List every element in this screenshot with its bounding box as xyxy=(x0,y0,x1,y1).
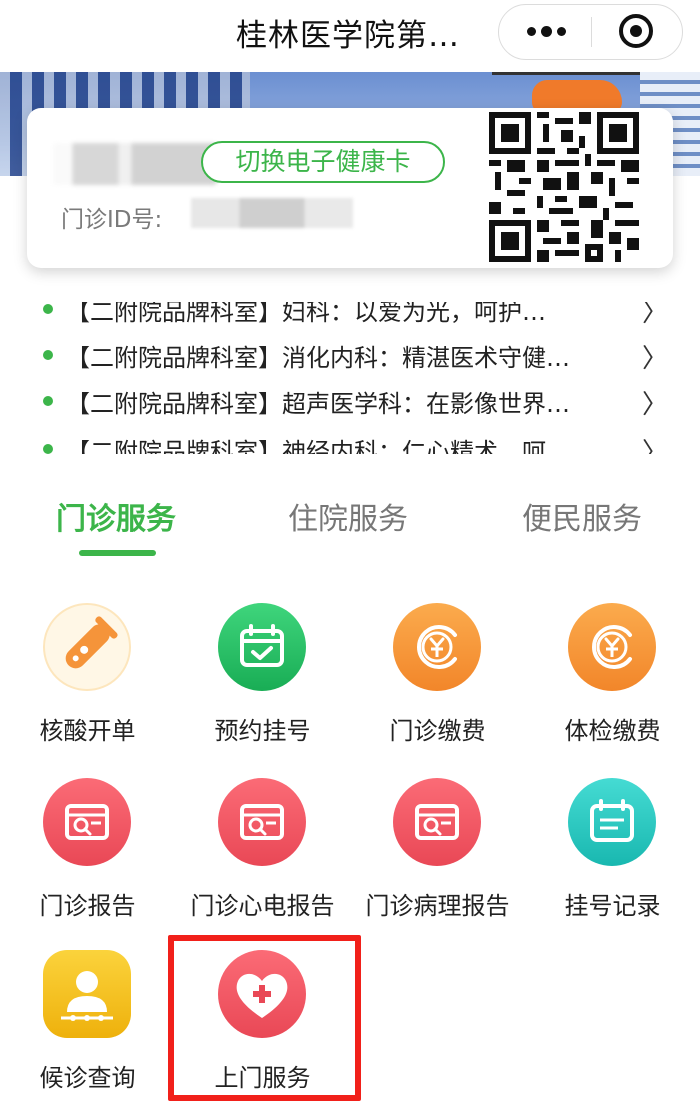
news-item[interactable]: 【二附院品牌科室】超声医学科：在影像世界… 〉 xyxy=(0,378,700,422)
person-queue-icon xyxy=(43,950,131,1038)
outpatient-id-label: 门诊ID号: xyxy=(61,207,163,233)
switch-health-card-button[interactable]: 切换电子健康卡 xyxy=(201,141,445,183)
yuan-coin-icon xyxy=(393,603,481,691)
chevron-right-icon: 〉 xyxy=(642,344,669,374)
news-item[interactable]: 【二附院品牌科室】消化内科：精湛医术守健… 〉 xyxy=(0,332,700,376)
clipboard-icon xyxy=(568,778,656,866)
service-registration-records[interactable]: 挂号记录 xyxy=(525,778,700,938)
tab-outpatient-services[interactable]: 门诊服务 xyxy=(56,494,176,538)
service-waiting-query[interactable]: 候诊查询 xyxy=(0,950,175,1110)
nav-header: 桂林医学院第… xyxy=(0,0,700,72)
chevron-right-icon: 〉 xyxy=(642,438,669,454)
service-checkup-payment[interactable]: 体检缴费 xyxy=(525,603,700,763)
chevron-right-icon: 〉 xyxy=(642,302,669,328)
more-icon[interactable] xyxy=(521,5,571,58)
health-card[interactable]: 切换电子健康卡 门诊ID号: xyxy=(27,108,673,268)
news-item[interactable]: 【二附院品牌科室】神经内科：仁心精术，呵… 〉 xyxy=(0,426,700,454)
news-title: 【二附院品牌科室】超声医学科：在影像世界… xyxy=(66,390,570,418)
capsule-divider xyxy=(591,17,592,47)
bullet-dot-icon xyxy=(43,350,53,360)
news-item[interactable]: 【二附院品牌科室】妇科：以爱为光，呵护… 〉 xyxy=(0,302,700,330)
news-title: 【二附院品牌科室】妇科：以爱为光，呵护… xyxy=(66,302,546,326)
service-label: 门诊缴费 xyxy=(389,717,486,745)
qr-code-icon[interactable] xyxy=(489,112,639,262)
close-icon[interactable] xyxy=(619,14,653,48)
service-outpatient-report[interactable]: 门诊报告 xyxy=(0,778,175,938)
report-icon xyxy=(43,778,131,866)
active-tab-indicator xyxy=(79,550,156,556)
bullet-dot-icon xyxy=(43,396,53,406)
report-icon xyxy=(218,778,306,866)
service-label: 预约挂号 xyxy=(214,717,311,745)
chevron-right-icon: 〉 xyxy=(642,390,669,420)
service-label: 门诊报告 xyxy=(39,892,136,920)
service-label: 核酸开单 xyxy=(39,717,136,745)
page-title: 桂林医学院第… xyxy=(236,18,460,54)
bullet-dot-icon xyxy=(43,444,53,454)
annotation-highlight-box xyxy=(168,935,361,1101)
outpatient-id-redacted xyxy=(191,198,353,228)
service-label: 门诊病理报告 xyxy=(365,892,510,920)
service-appointment-registration[interactable]: 预约挂号 xyxy=(175,603,350,763)
service-ecg-report[interactable]: 门诊心电报告 xyxy=(175,778,350,938)
service-nucleic-acid-order[interactable]: 核酸开单 xyxy=(0,603,175,763)
calendar-check-icon xyxy=(218,603,306,691)
miniprogram-capsule xyxy=(498,4,683,60)
tab-inpatient-services[interactable]: 住院服务 xyxy=(288,494,408,538)
service-outpatient-payment[interactable]: 门诊缴费 xyxy=(350,603,525,763)
patient-name-redacted xyxy=(53,143,217,185)
service-label: 体检缴费 xyxy=(564,717,661,745)
tab-convenience-services[interactable]: 便民服务 xyxy=(522,494,642,538)
test-tube-icon xyxy=(43,603,131,691)
service-label: 门诊心电报告 xyxy=(190,892,335,920)
service-label: 候诊查询 xyxy=(39,1064,136,1092)
yuan-coin-icon xyxy=(568,603,656,691)
news-title: 【二附院品牌科室】神经内科：仁心精术，呵… xyxy=(66,438,570,454)
service-pathology-report[interactable]: 门诊病理报告 xyxy=(350,778,525,938)
bullet-dot-icon xyxy=(43,304,53,314)
report-icon xyxy=(393,778,481,866)
service-label: 挂号记录 xyxy=(564,892,661,920)
news-list: 【二附院品牌科室】妇科：以爱为光，呵护… 〉 【二附院品牌科室】消化内科：精湛医… xyxy=(0,302,700,454)
news-title: 【二附院品牌科室】消化内科：精湛医术守健… xyxy=(66,344,570,372)
